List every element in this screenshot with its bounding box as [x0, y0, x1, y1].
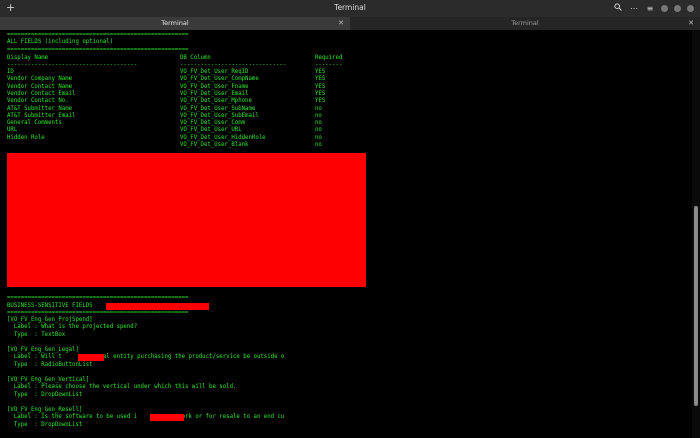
row-db-column: VO_FV_Det_User_URL [180, 127, 242, 134]
row-db-column: VO_FV_Det_User_CompName [180, 76, 259, 83]
menu-icon[interactable]: ≡ [645, 4, 655, 13]
redaction-block [150, 414, 184, 421]
row-db-column: VO_FV_Det_User_Fname [180, 83, 249, 90]
row-required: YES [315, 83, 326, 90]
scrollbar-thumb[interactable] [694, 206, 698, 406]
row-db-column: VO_FV_Det_User_SubName [180, 105, 256, 112]
row-db-column: VO_FV_Det_User_Blank [180, 142, 249, 148]
field-type: Type : RadioButtonList [7, 362, 93, 368]
tab-label: Terminal [161, 19, 189, 27]
window-title: Terminal [334, 3, 366, 12]
tab-label: Terminal [511, 19, 539, 27]
field-label: Label : Will t egal entity purchasing th… [7, 354, 285, 360]
row-display-name: Vendor Contact Email [7, 90, 76, 97]
field-type: Type : DropDownList [7, 392, 83, 398]
row-display-name: Vendor Contact No. [7, 98, 69, 105]
dash-line: -------------------------------------- [7, 62, 138, 68]
row-required: no [315, 112, 322, 119]
minimize-icon[interactable] [661, 4, 668, 12]
row-db-column: VO_FV_Det_User_SubEmail [180, 112, 259, 119]
row-db-column: VO_FV_Det_User_ReqID [180, 69, 249, 75]
close-icon[interactable] [687, 4, 694, 12]
row-required: no [315, 134, 322, 141]
search-icon[interactable] [613, 3, 623, 13]
row-display-name: URL [7, 127, 18, 134]
title-bar: + Terminal ⋯ ≡ [0, 0, 700, 17]
row-db-column: VO_FV_Det_User_Comm [180, 120, 246, 127]
row-display-name: AT&T Submitter Name [7, 105, 73, 112]
more-icon[interactable]: ⋯ [629, 4, 639, 13]
field-label: Label : What is the projected spend? [7, 324, 138, 330]
scrollbar[interactable] [692, 30, 700, 438]
window-controls: ⋯ ≡ [613, 3, 694, 13]
row-db-column: VO_FV_Det_User_HiddenRole [180, 134, 266, 141]
field-type: Type : DropDownList [7, 422, 83, 428]
maximize-icon[interactable] [674, 4, 681, 12]
row-required: YES [315, 69, 326, 75]
field-label: Label : Please choose the vertical under… [7, 384, 237, 390]
row-display-name: AT&T Submitter Email [7, 112, 76, 119]
tab-terminal-1[interactable]: Terminal ✕ [0, 17, 350, 30]
row-display-name: Vendor Contact Name [7, 83, 73, 90]
row-required: YES [315, 76, 326, 83]
row-db-column: VO_FV_Det_User_Email [180, 90, 249, 97]
field-label: Label : Is the software to be used i etw… [7, 414, 285, 420]
row-db-column: VO_FV_Det_User_Mphone [180, 98, 252, 105]
redaction-block [7, 153, 366, 287]
row-required: YES [315, 98, 326, 105]
row-required: no [315, 127, 322, 134]
row-display-name: ID [7, 69, 14, 75]
field-type: Type : TextBox [7, 332, 66, 338]
terminal-output[interactable]: ========================================… [0, 30, 690, 438]
tab-terminal-2[interactable]: Terminal ✕ [350, 17, 700, 30]
tab-bar: Terminal ✕ Terminal ✕ [0, 17, 700, 30]
redaction-block [78, 354, 104, 361]
row-display-name: Hidden Role [7, 134, 45, 141]
redaction-block [106, 303, 209, 310]
row-required: no [315, 105, 322, 112]
separator: ========================================… [7, 47, 189, 53]
row-required: no [315, 142, 322, 148]
row-display-name: General Comments [7, 120, 62, 127]
row-required: YES [315, 90, 326, 97]
separator: ========================================… [7, 295, 189, 301]
row-required: no [315, 120, 322, 127]
close-tab-icon[interactable]: ✕ [338, 17, 344, 30]
close-tab-icon[interactable]: ✕ [688, 17, 694, 30]
row-display-name: Vendor Company Name [7, 76, 73, 83]
section-title: ALL FIELDS (including optional) [7, 39, 114, 45]
